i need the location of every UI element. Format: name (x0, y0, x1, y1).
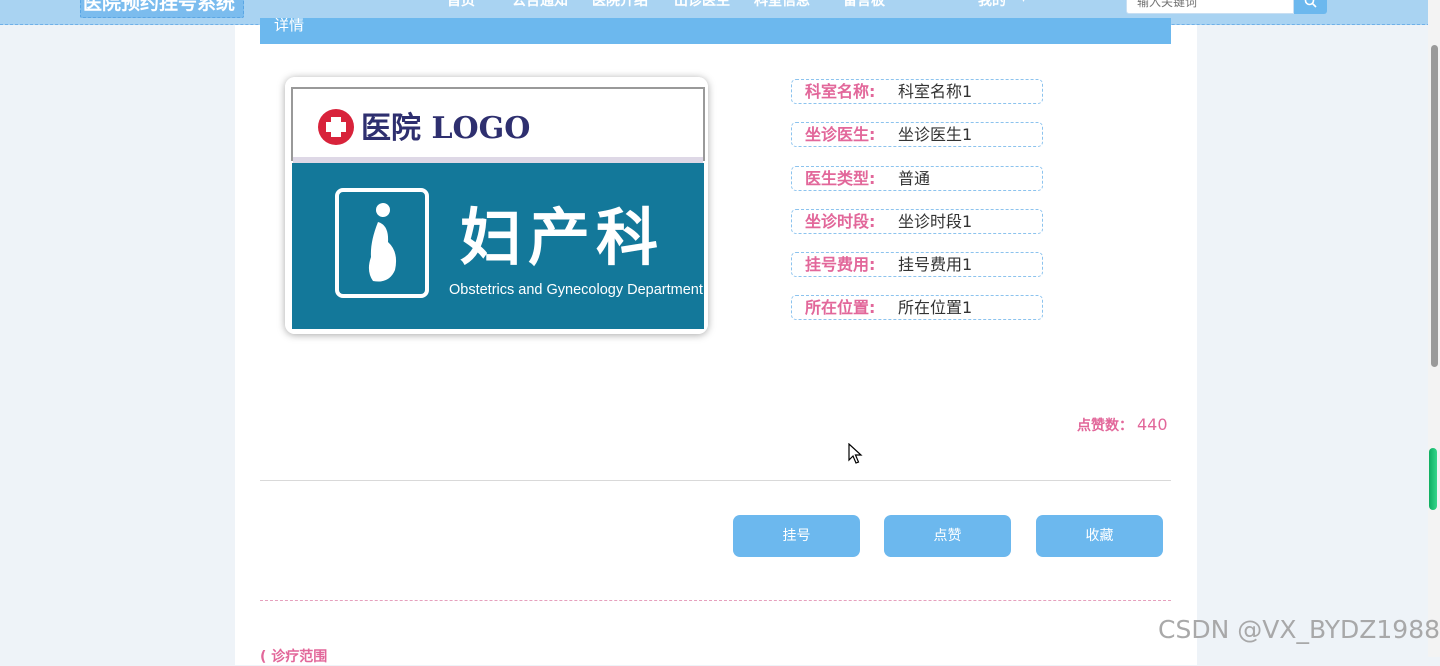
detail-section-title: 详情 (274, 18, 305, 34)
department-name-cn: 妇产科 (460, 201, 664, 274)
chevron-down-icon: ▾ (1021, 0, 1026, 5)
nav-announcements[interactable]: 公告通知 (512, 0, 568, 9)
field-time-slot: 坐诊时段: 坐诊时段1 (791, 209, 1043, 234)
field-label: 所在位置: (805, 298, 876, 317)
field-doctor: 坐诊医生: 坐诊医生1 (791, 122, 1043, 147)
field-department-name: 科室名称: 科室名称1 (791, 79, 1043, 104)
field-label: 医生类型: (805, 169, 876, 188)
like-count: 点赞数： 440 (1077, 415, 1168, 437)
nav-departments[interactable]: 科室信息 (754, 0, 810, 9)
logo-text: 医院 LOGO (361, 111, 530, 146)
field-location: 所在位置: 所在位置1 (791, 295, 1043, 320)
favorite-button[interactable]: 收藏 (1036, 515, 1163, 557)
field-value: 所在位置1 (898, 298, 973, 317)
field-fee: 挂号费用: 挂号费用1 (791, 252, 1043, 277)
treatment-scope-title: ( 诊疗范围 (260, 646, 327, 666)
nav-message-board[interactable]: 留言板 (843, 0, 885, 9)
site-brand[interactable]: 医院预约挂号系统 (80, 0, 244, 18)
nav-my-account[interactable]: 我的 (978, 0, 1006, 9)
mouse-pointer-icon (848, 443, 863, 464)
divider (260, 480, 1171, 481)
department-name-en: Obstetrics and Gynecology Department (449, 282, 703, 298)
field-label: 坐诊时段: (805, 212, 876, 231)
nav-home[interactable]: 首页 (447, 0, 475, 9)
register-button[interactable]: 挂号 (733, 515, 860, 557)
field-value: 挂号费用1 (898, 255, 973, 274)
search-icon (1304, 0, 1317, 8)
section-marker-icon: ( (260, 649, 267, 665)
field-value: 坐诊医生1 (898, 125, 973, 144)
field-label: 科室名称: (805, 82, 876, 101)
field-value: 普通 (898, 169, 931, 188)
treatment-scope-label: 诊疗范围 (271, 649, 328, 665)
like-button[interactable]: 点赞 (884, 515, 1011, 557)
field-value: 坐诊时段1 (898, 212, 973, 231)
field-label: 挂号费用: (805, 255, 876, 274)
section-divider (260, 600, 1171, 601)
nav-hospital-intro[interactable]: 医院介绍 (592, 0, 648, 9)
field-doctor-type: 医生类型: 普通 (791, 166, 1043, 191)
like-count-value: 440 (1137, 415, 1168, 434)
search-button[interactable] (1294, 0, 1327, 14)
field-label: 坐诊医生: (805, 125, 876, 144)
field-value: 科室名称1 (898, 82, 973, 101)
search-input[interactable] (1126, 0, 1294, 14)
side-widget-handle[interactable] (1429, 448, 1437, 510)
scrollbar-thumb[interactable] (1431, 45, 1438, 367)
nav-doctors[interactable]: 出诊医生 (674, 0, 730, 9)
watermark: CSDN @VX_BYDZ1988 (1158, 615, 1440, 644)
like-count-label: 点赞数： (1077, 418, 1133, 434)
red-cross-icon (318, 109, 354, 145)
department-image: 医院 LOGO 妇产科 Obstetrics and Gynecology De… (285, 77, 708, 334)
detail-section-header: 详情 (260, 18, 1171, 44)
